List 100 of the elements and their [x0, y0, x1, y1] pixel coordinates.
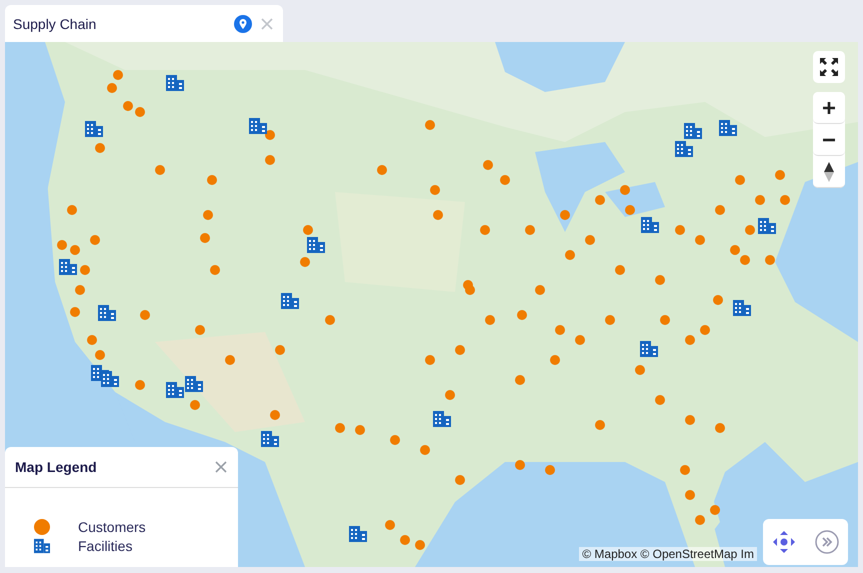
customer-marker[interactable]	[620, 185, 630, 195]
customer-marker[interactable]	[107, 83, 117, 93]
customer-marker[interactable]	[303, 225, 313, 235]
customer-marker[interactable]	[655, 395, 665, 405]
location-pin-icon[interactable]	[234, 14, 252, 32]
zoom-in-button[interactable]	[813, 92, 845, 124]
customer-marker[interactable]	[75, 285, 85, 295]
facility-icon[interactable]	[684, 123, 702, 139]
customer-marker[interactable]	[675, 225, 685, 235]
customer-marker[interactable]	[500, 175, 510, 185]
customer-marker[interactable]	[780, 195, 790, 205]
customer-marker[interactable]	[455, 475, 465, 485]
customer-marker[interactable]	[595, 195, 605, 205]
customer-marker[interactable]	[433, 210, 443, 220]
customer-marker[interactable]	[465, 285, 475, 295]
customer-marker[interactable]	[195, 325, 205, 335]
fullscreen-button[interactable]	[813, 51, 845, 83]
customer-marker[interactable]	[515, 460, 525, 470]
customer-marker[interactable]	[385, 520, 395, 530]
customer-marker[interactable]	[425, 355, 435, 365]
customer-marker[interactable]	[715, 423, 725, 433]
customer-marker[interactable]	[325, 315, 335, 325]
close-icon[interactable]	[214, 460, 228, 474]
facility-icon[interactable]	[641, 217, 659, 233]
facility-icon[interactable]	[433, 411, 451, 427]
customer-marker[interactable]	[210, 265, 220, 275]
customer-marker[interactable]	[265, 130, 275, 140]
customer-marker[interactable]	[485, 315, 495, 325]
customer-marker[interactable]	[335, 423, 345, 433]
customer-marker[interactable]	[585, 235, 595, 245]
facility-icon[interactable]	[349, 526, 367, 542]
customer-marker[interactable]	[735, 175, 745, 185]
customer-marker[interactable]	[483, 160, 493, 170]
customer-marker[interactable]	[710, 505, 720, 515]
customer-marker[interactable]	[300, 257, 310, 267]
customer-marker[interactable]	[67, 205, 77, 215]
customer-marker[interactable]	[685, 335, 695, 345]
customer-marker[interactable]	[207, 175, 217, 185]
customer-marker[interactable]	[595, 420, 605, 430]
facility-icon[interactable]	[166, 382, 184, 398]
customer-marker[interactable]	[635, 365, 645, 375]
customer-marker[interactable]	[275, 345, 285, 355]
customer-marker[interactable]	[615, 265, 625, 275]
customer-marker[interactable]	[430, 185, 440, 195]
facility-icon[interactable]	[98, 305, 116, 321]
facility-icon[interactable]	[185, 376, 203, 392]
customer-marker[interactable]	[140, 310, 150, 320]
customer-marker[interactable]	[377, 165, 387, 175]
facility-icon[interactable]	[261, 431, 279, 447]
facility-icon[interactable]	[59, 259, 77, 275]
customer-marker[interactable]	[713, 295, 723, 305]
customer-marker[interactable]	[70, 245, 80, 255]
customer-marker[interactable]	[80, 265, 90, 275]
customer-marker[interactable]	[265, 155, 275, 165]
customer-marker[interactable]	[390, 435, 400, 445]
customer-marker[interactable]	[95, 350, 105, 360]
customer-marker[interactable]	[87, 335, 97, 345]
customer-marker[interactable]	[420, 445, 430, 455]
customer-marker[interactable]	[575, 335, 585, 345]
facility-icon[interactable]	[307, 237, 325, 253]
facility-icon[interactable]	[719, 120, 737, 136]
customer-marker[interactable]	[190, 400, 200, 410]
pan-arrows-icon[interactable]	[772, 530, 796, 554]
facility-icon[interactable]	[675, 141, 693, 157]
facility-icon[interactable]	[101, 371, 119, 387]
customer-marker[interactable]	[655, 275, 665, 285]
customer-marker[interactable]	[425, 120, 435, 130]
customer-marker[interactable]	[715, 205, 725, 215]
close-icon[interactable]	[260, 16, 274, 30]
expand-chevrons-icon[interactable]	[814, 530, 839, 554]
customer-marker[interactable]	[113, 70, 123, 80]
customer-marker[interactable]	[560, 210, 570, 220]
customer-marker[interactable]	[740, 255, 750, 265]
customer-marker[interactable]	[535, 285, 545, 295]
customer-marker[interactable]	[155, 165, 165, 175]
customer-marker[interactable]	[660, 315, 670, 325]
customer-marker[interactable]	[545, 465, 555, 475]
facility-icon[interactable]	[281, 293, 299, 309]
customer-marker[interactable]	[685, 415, 695, 425]
customer-marker[interactable]	[203, 210, 213, 220]
customer-marker[interactable]	[755, 195, 765, 205]
customer-marker[interactable]	[765, 255, 775, 265]
customer-marker[interactable]	[200, 233, 210, 243]
customer-marker[interactable]	[525, 225, 535, 235]
customer-marker[interactable]	[90, 235, 100, 245]
customer-marker[interactable]	[605, 315, 615, 325]
customer-marker[interactable]	[123, 101, 133, 111]
customer-marker[interactable]	[135, 380, 145, 390]
customer-marker[interactable]	[625, 205, 635, 215]
facility-icon[interactable]	[85, 121, 103, 137]
customer-marker[interactable]	[745, 225, 755, 235]
customer-marker[interactable]	[775, 170, 785, 180]
customer-marker[interactable]	[355, 425, 365, 435]
customer-marker[interactable]	[225, 355, 235, 365]
customer-marker[interactable]	[480, 225, 490, 235]
customer-marker[interactable]	[555, 325, 565, 335]
facility-icon[interactable]	[166, 75, 184, 91]
customer-marker[interactable]	[517, 310, 527, 320]
customer-marker[interactable]	[515, 375, 525, 385]
customer-marker[interactable]	[455, 345, 465, 355]
